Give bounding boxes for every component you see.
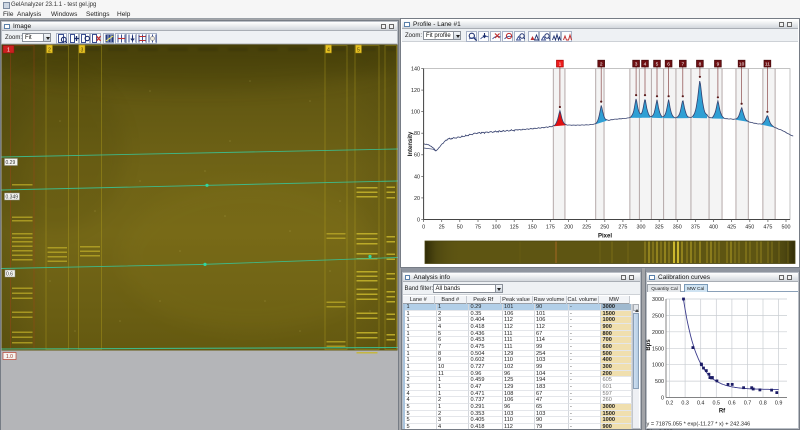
svg-text:140: 140 bbox=[411, 66, 420, 72]
svg-text:0.9: 0.9 bbox=[775, 401, 783, 407]
svg-text:0.349: 0.349 bbox=[6, 194, 19, 200]
svg-text:20: 20 bbox=[414, 196, 420, 202]
svg-text:2: 2 bbox=[600, 62, 603, 68]
svg-text:1: 1 bbox=[7, 48, 10, 54]
svg-text:80: 80 bbox=[414, 131, 420, 137]
svg-text:120: 120 bbox=[411, 88, 420, 94]
svg-text:60: 60 bbox=[414, 153, 420, 159]
svg-text:10: 10 bbox=[739, 62, 745, 68]
svg-text:4: 4 bbox=[327, 48, 330, 54]
svg-text:0.5: 0.5 bbox=[713, 401, 721, 407]
svg-text:8: 8 bbox=[699, 62, 702, 68]
svg-text:6: 6 bbox=[667, 62, 670, 68]
svg-text:Intensity: Intensity bbox=[408, 131, 414, 156]
svg-text:2: 2 bbox=[48, 48, 51, 54]
svg-text:1.0: 1.0 bbox=[6, 354, 13, 360]
svg-text:450: 450 bbox=[745, 225, 754, 231]
svg-text:0: 0 bbox=[422, 225, 425, 231]
svg-text:400: 400 bbox=[709, 225, 718, 231]
svg-text:11: 11 bbox=[765, 62, 770, 68]
svg-text:3000: 3000 bbox=[652, 297, 664, 303]
svg-text:325: 325 bbox=[655, 225, 664, 231]
svg-text:0: 0 bbox=[417, 217, 420, 223]
svg-text:1500: 1500 bbox=[652, 346, 664, 352]
svg-text:225: 225 bbox=[582, 225, 591, 231]
svg-text:Pixel: Pixel bbox=[598, 234, 612, 240]
svg-text:75: 75 bbox=[475, 225, 481, 231]
svg-text:125: 125 bbox=[510, 225, 519, 231]
svg-text:0.8: 0.8 bbox=[759, 401, 767, 407]
svg-text:250: 250 bbox=[600, 225, 609, 231]
svg-text:Bps: Bps bbox=[646, 339, 652, 351]
svg-text:5: 5 bbox=[357, 48, 360, 54]
svg-text:0.4: 0.4 bbox=[697, 401, 705, 407]
svg-text:150: 150 bbox=[528, 225, 537, 231]
svg-text:0.6: 0.6 bbox=[6, 271, 13, 277]
svg-text:100: 100 bbox=[411, 110, 420, 116]
svg-text:0.2: 0.2 bbox=[666, 401, 674, 407]
svg-text:0.29: 0.29 bbox=[6, 160, 16, 166]
svg-text:175: 175 bbox=[546, 225, 555, 231]
svg-text:2500: 2500 bbox=[652, 313, 664, 319]
svg-text:475: 475 bbox=[763, 225, 772, 231]
svg-text:200: 200 bbox=[564, 225, 573, 231]
svg-text:375: 375 bbox=[691, 225, 700, 231]
svg-text:300: 300 bbox=[637, 225, 646, 231]
svg-text:25: 25 bbox=[439, 225, 445, 231]
svg-text:40: 40 bbox=[414, 174, 420, 180]
svg-text:50: 50 bbox=[457, 225, 463, 231]
svg-text:425: 425 bbox=[727, 225, 736, 231]
svg-text:9: 9 bbox=[717, 62, 720, 68]
svg-text:3: 3 bbox=[81, 48, 84, 54]
svg-text:2000: 2000 bbox=[652, 330, 664, 336]
svg-text:0.3: 0.3 bbox=[681, 401, 689, 407]
svg-text:3: 3 bbox=[635, 62, 638, 68]
svg-text:7: 7 bbox=[681, 62, 684, 68]
svg-text:500: 500 bbox=[782, 225, 791, 231]
svg-text:1000: 1000 bbox=[652, 363, 664, 369]
svg-text:0.7: 0.7 bbox=[744, 401, 752, 407]
svg-text:275: 275 bbox=[618, 225, 627, 231]
svg-text:100: 100 bbox=[492, 225, 501, 231]
svg-text:0.6: 0.6 bbox=[728, 401, 736, 407]
svg-text:1: 1 bbox=[559, 62, 562, 68]
svg-text:350: 350 bbox=[673, 225, 682, 231]
svg-text:4: 4 bbox=[644, 62, 647, 68]
svg-text:500: 500 bbox=[655, 379, 664, 385]
svg-text:y = 71875.055 * exp(-11.27 * x: y = 71875.055 * exp(-11.27 * x) + 242.34… bbox=[647, 422, 751, 428]
svg-text:0: 0 bbox=[661, 396, 664, 402]
svg-text:5: 5 bbox=[656, 62, 659, 68]
svg-text:Rf: Rf bbox=[719, 409, 726, 415]
